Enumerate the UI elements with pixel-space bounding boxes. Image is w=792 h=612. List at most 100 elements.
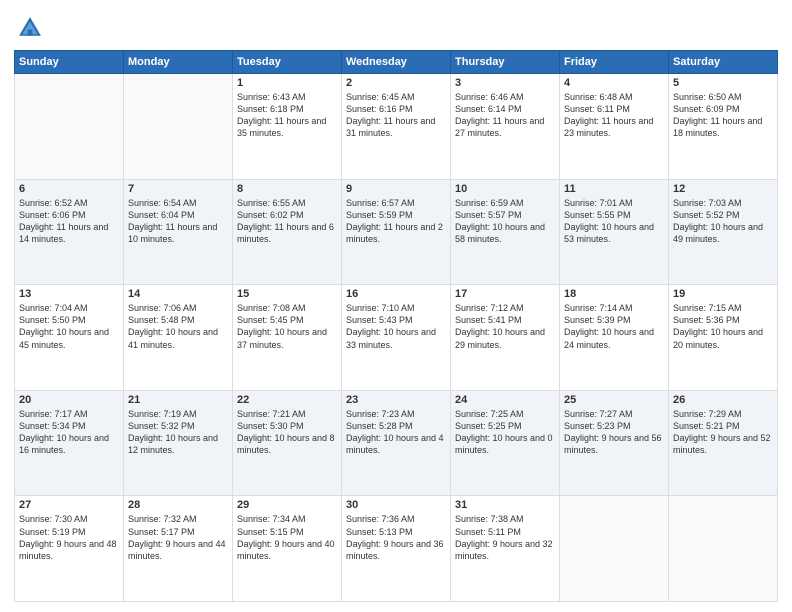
day-number: 5 — [673, 77, 773, 89]
calendar-cell: 31 Sunrise: 7:38 AM Sunset: 5:11 PM Dayli… — [451, 496, 560, 602]
calendar-cell — [669, 496, 778, 602]
day-info: Sunrise: 7:23 AM Sunset: 5:28 PM Dayligh… — [346, 408, 446, 457]
calendar-table: SundayMondayTuesdayWednesdayThursdayFrid… — [14, 50, 778, 602]
day-info: Sunrise: 6:57 AM Sunset: 5:59 PM Dayligh… — [346, 197, 446, 246]
day-info: Sunrise: 7:17 AM Sunset: 5:34 PM Dayligh… — [19, 408, 119, 457]
calendar-cell: 4 Sunrise: 6:48 AM Sunset: 6:11 PM Daylig… — [560, 74, 669, 180]
calendar-cell: 15 Sunrise: 7:08 AM Sunset: 5:45 PM Dayli… — [233, 285, 342, 391]
day-number: 29 — [237, 499, 337, 511]
day-info: Sunrise: 7:14 AM Sunset: 5:39 PM Dayligh… — [564, 302, 664, 351]
week-row-1: 1Sunrise: 6:43 AM Sunset: 6:18 PM Daylig… — [15, 74, 778, 180]
calendar-header-row: SundayMondayTuesdayWednesdayThursdayFrid… — [15, 51, 778, 74]
calendar-cell: 16Sunrise: 7:10 AM Sunset: 5:43 PM Dayli… — [342, 285, 451, 391]
day-number: 7 — [128, 183, 228, 195]
day-info: Sunrise: 6:43 AM Sunset: 6:18 PM Dayligh… — [237, 91, 337, 140]
calendar-cell: 17 Sunrise: 7:12 AM Sunset: 5:41 PM Dayli… — [451, 285, 560, 391]
calendar-cell: 30 Sunrise: 7:36 AM Sunset: 5:13 PM Dayli… — [342, 496, 451, 602]
day-header-saturday: Saturday — [669, 51, 778, 74]
day-info: Sunrise: 6:52 AM Sunset: 6:06 PM Dayligh… — [19, 197, 119, 246]
page: SundayMondayTuesdayWednesdayThursdayFrid… — [0, 0, 792, 612]
day-info: Sunrise: 7:10 AM Sunset: 5:43 PM Dayligh… — [346, 302, 446, 351]
day-number: 24 — [455, 394, 555, 406]
calendar-cell: 21 Sunrise: 7:19 AM Sunset: 5:32 PM Dayli… — [124, 390, 233, 496]
day-info: Sunrise: 7:19 AM Sunset: 5:32 PM Dayligh… — [128, 408, 228, 457]
calendar-cell: 20Sunrise: 7:17 AM Sunset: 5:34 PM Dayli… — [15, 390, 124, 496]
calendar-cell: 5 Sunrise: 6:50 AM Sunset: 6:09 PM Daylig… — [669, 74, 778, 180]
calendar-cell: 10 Sunrise: 6:59 AM Sunset: 5:57 PM Dayli… — [451, 179, 560, 285]
calendar-cell: 19 Sunrise: 7:15 AM Sunset: 5:36 PM Dayli… — [669, 285, 778, 391]
header — [14, 10, 778, 42]
calendar-cell: 28 Sunrise: 7:32 AM Sunset: 5:17 PM Dayli… — [124, 496, 233, 602]
day-number: 9 — [346, 183, 446, 195]
calendar-cell: 7 Sunrise: 6:54 AM Sunset: 6:04 PM Daylig… — [124, 179, 233, 285]
calendar-cell: 29 Sunrise: 7:34 AM Sunset: 5:15 PM Dayli… — [233, 496, 342, 602]
logo — [14, 14, 44, 42]
calendar-cell: 27 Sunrise: 7:30 AM Sunset: 5:19 PM Dayli… — [15, 496, 124, 602]
day-info: Sunrise: 7:29 AM Sunset: 5:21 PM Dayligh… — [673, 408, 773, 457]
day-number: 18 — [564, 288, 664, 300]
day-info: Sunrise: 7:32 AM Sunset: 5:17 PM Dayligh… — [128, 513, 228, 562]
day-info: Sunrise: 6:54 AM Sunset: 6:04 PM Dayligh… — [128, 197, 228, 246]
week-row-4: 20Sunrise: 7:17 AM Sunset: 5:34 PM Dayli… — [15, 390, 778, 496]
day-info: Sunrise: 7:25 AM Sunset: 5:25 PM Dayligh… — [455, 408, 555, 457]
day-info: Sunrise: 7:36 AM Sunset: 5:13 PM Dayligh… — [346, 513, 446, 562]
calendar-cell — [15, 74, 124, 180]
day-number: 10 — [455, 183, 555, 195]
day-info: Sunrise: 7:30 AM Sunset: 5:19 PM Dayligh… — [19, 513, 119, 562]
day-info: Sunrise: 6:48 AM Sunset: 6:11 PM Dayligh… — [564, 91, 664, 140]
day-number: 4 — [564, 77, 664, 89]
day-info: Sunrise: 7:27 AM Sunset: 5:23 PM Dayligh… — [564, 408, 664, 457]
day-info: Sunrise: 7:03 AM Sunset: 5:52 PM Dayligh… — [673, 197, 773, 246]
day-info: Sunrise: 7:12 AM Sunset: 5:41 PM Dayligh… — [455, 302, 555, 351]
day-header-thursday: Thursday — [451, 51, 560, 74]
day-header-tuesday: Tuesday — [233, 51, 342, 74]
day-number: 22 — [237, 394, 337, 406]
calendar-cell: 14Sunrise: 7:06 AM Sunset: 5:48 PM Dayli… — [124, 285, 233, 391]
day-number: 3 — [455, 77, 555, 89]
calendar-cell: 23Sunrise: 7:23 AM Sunset: 5:28 PM Dayli… — [342, 390, 451, 496]
calendar-cell: 25Sunrise: 7:27 AM Sunset: 5:23 PM Dayli… — [560, 390, 669, 496]
day-number: 12 — [673, 183, 773, 195]
day-number: 31 — [455, 499, 555, 511]
day-info: Sunrise: 6:50 AM Sunset: 6:09 PM Dayligh… — [673, 91, 773, 140]
day-info: Sunrise: 6:46 AM Sunset: 6:14 PM Dayligh… — [455, 91, 555, 140]
day-number: 14 — [128, 288, 228, 300]
day-header-sunday: Sunday — [15, 51, 124, 74]
calendar-cell: 9 Sunrise: 6:57 AM Sunset: 5:59 PM Daylig… — [342, 179, 451, 285]
week-row-3: 13Sunrise: 7:04 AM Sunset: 5:50 PM Dayli… — [15, 285, 778, 391]
day-header-friday: Friday — [560, 51, 669, 74]
calendar-cell: 24 Sunrise: 7:25 AM Sunset: 5:25 PM Dayli… — [451, 390, 560, 496]
day-info: Sunrise: 6:45 AM Sunset: 6:16 PM Dayligh… — [346, 91, 446, 140]
calendar-cell: 8Sunrise: 6:55 AM Sunset: 6:02 PM Daylig… — [233, 179, 342, 285]
day-number: 28 — [128, 499, 228, 511]
day-info: Sunrise: 7:21 AM Sunset: 5:30 PM Dayligh… — [237, 408, 337, 457]
week-row-5: 27 Sunrise: 7:30 AM Sunset: 5:19 PM Dayli… — [15, 496, 778, 602]
calendar-cell: 2 Sunrise: 6:45 AM Sunset: 6:16 PM Daylig… — [342, 74, 451, 180]
day-info: Sunrise: 7:38 AM Sunset: 5:11 PM Dayligh… — [455, 513, 555, 562]
day-info: Sunrise: 7:15 AM Sunset: 5:36 PM Dayligh… — [673, 302, 773, 351]
day-number: 13 — [19, 288, 119, 300]
calendar-cell: 6Sunrise: 6:52 AM Sunset: 6:06 PM Daylig… — [15, 179, 124, 285]
logo-icon — [16, 14, 44, 42]
day-number: 19 — [673, 288, 773, 300]
day-number: 11 — [564, 183, 664, 195]
day-header-monday: Monday — [124, 51, 233, 74]
day-info: Sunrise: 7:01 AM Sunset: 5:55 PM Dayligh… — [564, 197, 664, 246]
week-row-2: 6Sunrise: 6:52 AM Sunset: 6:06 PM Daylig… — [15, 179, 778, 285]
day-number: 2 — [346, 77, 446, 89]
day-info: Sunrise: 7:08 AM Sunset: 5:45 PM Dayligh… — [237, 302, 337, 351]
day-number: 21 — [128, 394, 228, 406]
day-number: 26 — [673, 394, 773, 406]
day-number: 17 — [455, 288, 555, 300]
day-info: Sunrise: 7:34 AM Sunset: 5:15 PM Dayligh… — [237, 513, 337, 562]
day-header-wednesday: Wednesday — [342, 51, 451, 74]
calendar-cell: 18 Sunrise: 7:14 AM Sunset: 5:39 PM Dayli… — [560, 285, 669, 391]
day-info: Sunrise: 6:59 AM Sunset: 5:57 PM Dayligh… — [455, 197, 555, 246]
calendar-cell: 13Sunrise: 7:04 AM Sunset: 5:50 PM Dayli… — [15, 285, 124, 391]
calendar-cell — [560, 496, 669, 602]
day-number: 27 — [19, 499, 119, 511]
calendar-cell: 11 Sunrise: 7:01 AM Sunset: 5:55 PM Dayli… — [560, 179, 669, 285]
day-number: 30 — [346, 499, 446, 511]
day-number: 15 — [237, 288, 337, 300]
calendar-cell: 26 Sunrise: 7:29 AM Sunset: 5:21 PM Dayli… — [669, 390, 778, 496]
